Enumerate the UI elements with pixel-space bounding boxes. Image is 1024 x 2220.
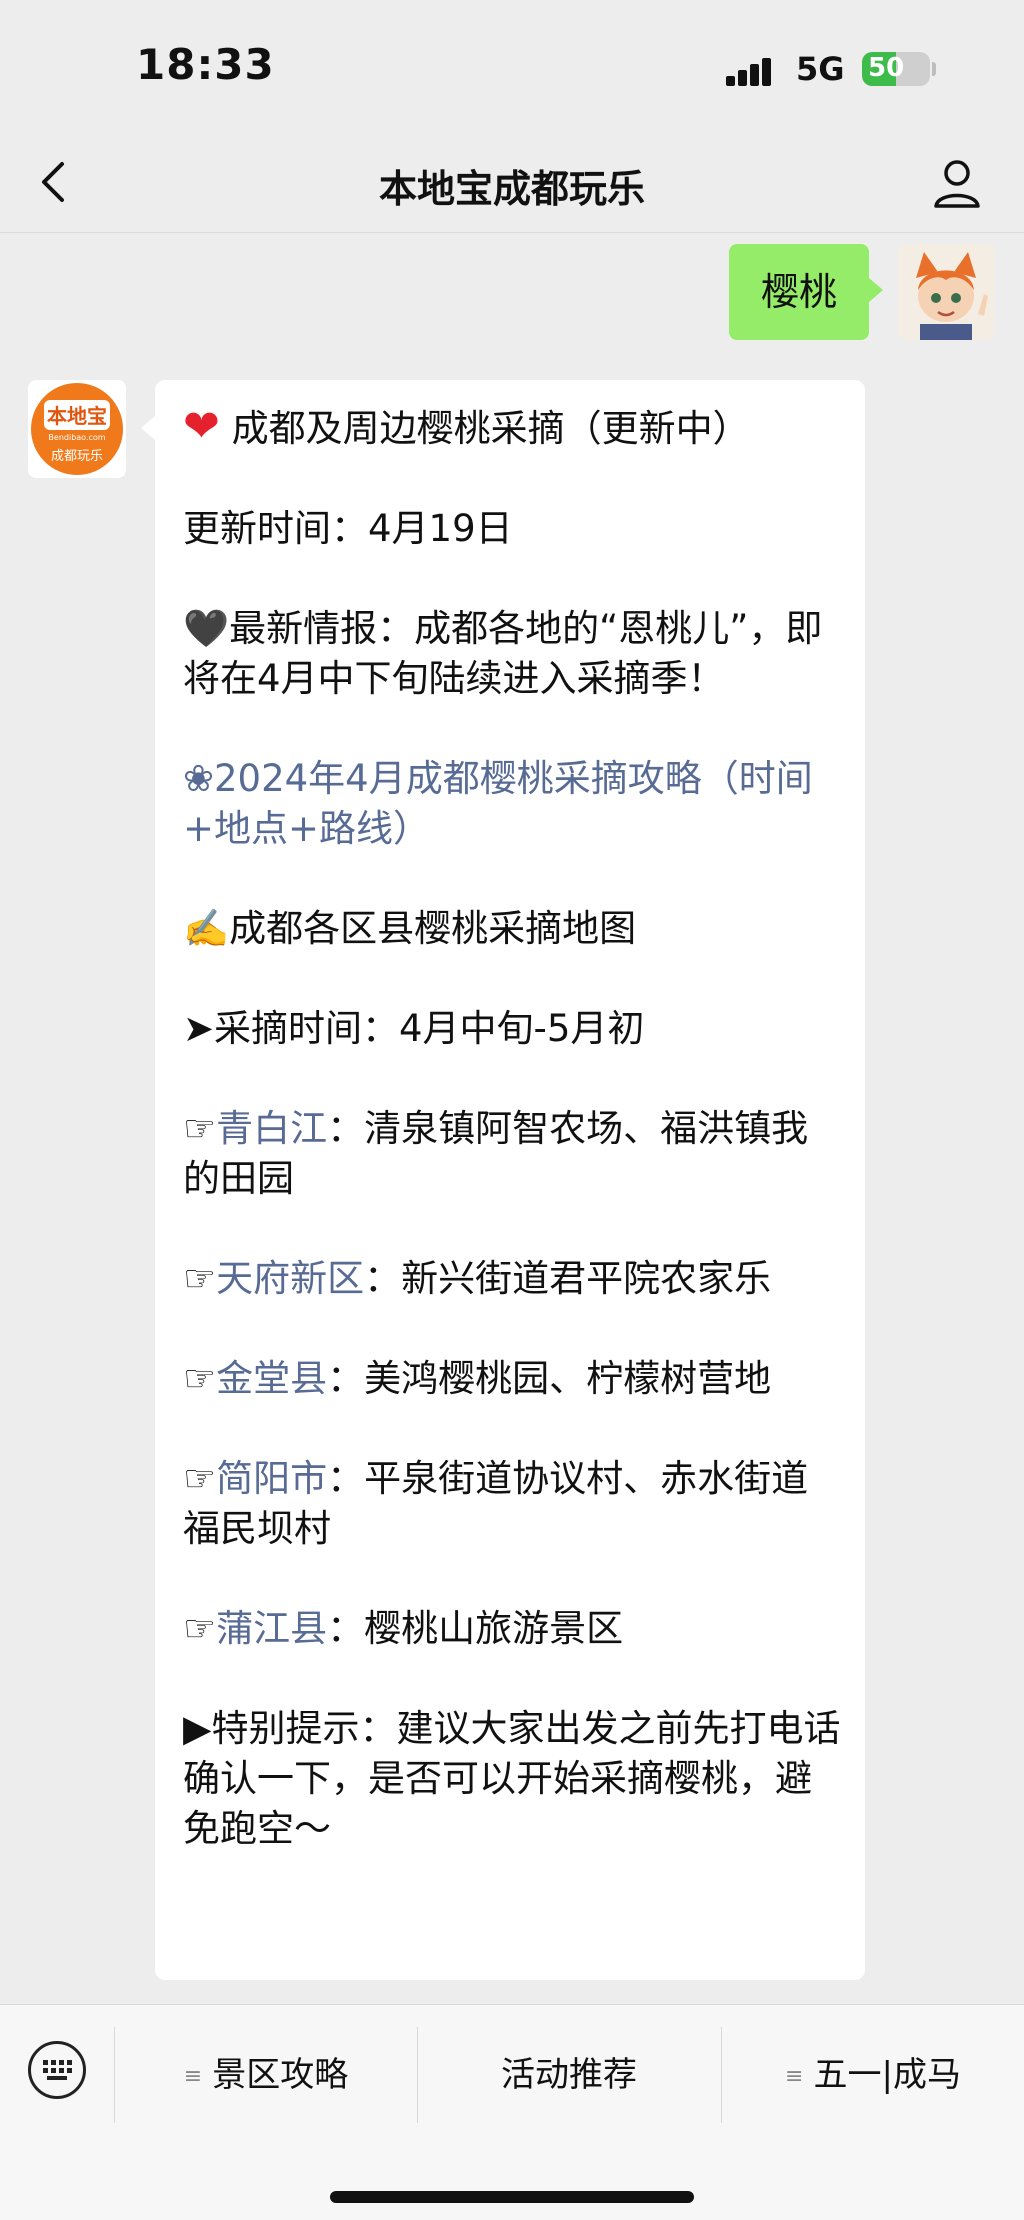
place-item: ☞蒲江县：樱桃山旅游景区 <box>183 1604 843 1654</box>
place-detail: ：樱桃山旅游景区 <box>327 1607 624 1650</box>
submenu-icon: ≡ <box>785 2063 804 2089</box>
bendibao-logo: 本地宝 Bendibao.com 成都玩乐 <box>31 383 123 475</box>
battery-icon: 50 <box>862 52 930 86</box>
place-link[interactable]: 青白江 <box>216 1107 327 1150</box>
submenu-icon: ≡ <box>183 2063 203 2089</box>
tip-text: ▶特别提示：建议大家出发之前先打电话确认一下，是否可以开始采摘樱桃，避免跑空～ <box>183 1707 841 1850</box>
pointing-hand-icon: ☞ <box>183 1357 217 1400</box>
bot-message-content: ❤ 成都及周边樱桃采摘（更新中） 更新时间：4月19日 🖤最新情报：成都各地的“… <box>183 402 843 1854</box>
menu-label: 景区攻略 <box>212 2055 349 2095</box>
pick-time: ➤采摘时间：4月中旬-5月初 <box>183 1007 645 1050</box>
pointing-hand-icon: ☞ <box>183 1457 217 1500</box>
menu-label: 五一|成马 <box>813 2055 961 2095</box>
message-title: 成都及周边樱桃采摘（更新中） <box>231 407 750 450</box>
place-item: ☞青白江：清泉镇阿智农场、福洪镇我的田园 <box>183 1104 843 1204</box>
keyboard-icon <box>43 2060 72 2080</box>
logo-city: 成都玩乐 <box>51 449 103 464</box>
home-indicator[interactable] <box>330 2191 694 2203</box>
place-item: ☞天府新区：新兴街道君平院农家乐 <box>183 1254 843 1304</box>
bot-avatar[interactable]: 本地宝 Bendibao.com 成都玩乐 <box>28 380 126 478</box>
battery-tip <box>932 62 936 76</box>
place-item: ☞金堂县：美鸿樱桃园、柠檬树营地 <box>183 1354 843 1404</box>
bottom-menu-bar: ≡ 景区攻略 活动推荐 ≡ 五一|成马 <box>0 2004 1024 2220</box>
profile-button[interactable] <box>928 154 986 212</box>
place-link[interactable]: 天府新区 <box>216 1257 364 1300</box>
keyboard-toggle-button[interactable] <box>28 2041 86 2099</box>
page-title: 本地宝成都玩乐 <box>378 167 645 211</box>
place-link[interactable]: 蒲江县 <box>216 1607 327 1650</box>
place-item: ☞简阳市：平泉街道协议村、赤水街道福民坝村 <box>183 1454 843 1554</box>
place-link[interactable]: 金堂县 <box>216 1357 327 1400</box>
network-type: 5G <box>796 50 845 88</box>
status-bar: 18:33 5G 50 <box>0 0 1024 130</box>
bot-message-bubble[interactable]: ❤ 成都及周边樱桃采摘（更新中） 更新时间：4月19日 🖤最新情报：成都各地的“… <box>141 380 865 1980</box>
person-icon <box>934 160 980 208</box>
battery-level: 50 <box>868 53 905 83</box>
place-detail: ：美鸿樱桃园、柠檬树营地 <box>327 1357 772 1400</box>
map-title: ✍️成都各区县樱桃采摘地图 <box>183 907 637 950</box>
menu-item-mayday-marathon[interactable]: ≡ 五一|成马 <box>722 2025 1024 2125</box>
flower-icon: ❀ <box>183 757 215 800</box>
message-title-line: ❤ 成都及周边樱桃采摘（更新中） <box>183 402 843 454</box>
status-time: 18:33 <box>136 40 275 89</box>
logo-text: 本地宝 <box>47 404 107 428</box>
update-time: 更新时间：4月19日 <box>183 507 513 550</box>
avatar-illustration <box>898 244 994 340</box>
menu-label: 活动推荐 <box>501 2055 637 2095</box>
signal-icon <box>726 56 782 86</box>
user-avatar[interactable] <box>898 244 994 340</box>
place-link[interactable]: 简阳市 <box>216 1457 327 1500</box>
user-message-bubble[interactable]: 樱桃 <box>729 244 883 340</box>
news-text: 🖤最新情报：成都各地的“恩桃儿”，即将在4月中下旬陆续进入采摘季！ <box>183 607 823 700</box>
menu-item-scenic-guide[interactable]: ≡ 景区攻略 <box>115 2025 417 2125</box>
logo-domain: Bendibao.com <box>48 433 105 442</box>
pointing-hand-icon: ☞ <box>183 1107 217 1150</box>
place-detail: ：新兴街道君平院农家乐 <box>364 1257 772 1300</box>
guide-link[interactable]: 2024年4月成都樱桃采摘攻略（时间+地点+路线） <box>183 757 813 850</box>
pointing-hand-icon: ☞ <box>183 1257 217 1300</box>
menu-item-activities[interactable]: 活动推荐 <box>418 2025 720 2125</box>
guide-line: ❀2024年4月成都樱桃采摘攻略（时间+地点+路线） <box>183 754 843 854</box>
pointing-hand-icon: ☞ <box>183 1607 217 1650</box>
heart-icon: ❤ <box>183 401 220 452</box>
nav-bar: 本地宝成都玩乐 <box>0 130 1024 233</box>
